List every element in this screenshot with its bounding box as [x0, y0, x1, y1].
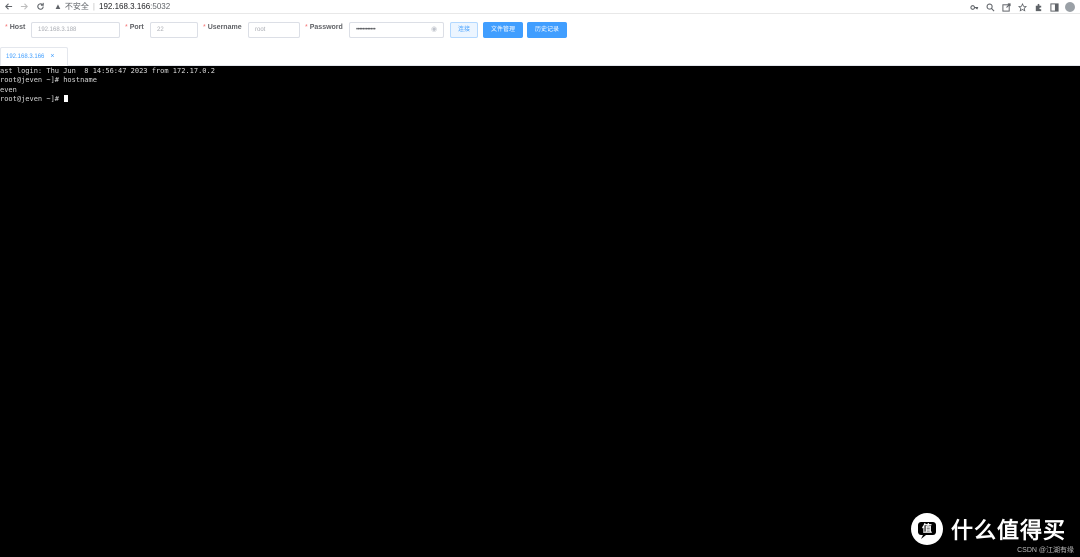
- url-port: :5032: [150, 2, 171, 11]
- port-label: * Port: [125, 24, 144, 31]
- svg-text:值: 值: [922, 522, 932, 535]
- required-mark: *: [5, 24, 8, 31]
- history-button[interactable]: 历史记录: [527, 22, 567, 38]
- username-input[interactable]: root: [248, 22, 300, 38]
- port-placeholder: 22: [157, 27, 164, 33]
- host-label-text: Host: [9, 24, 26, 31]
- terminal-line: root@jeven ~]# hostname: [0, 76, 97, 85]
- browser-toolbar: ▲ 不安全 | 192.168.3.166:5032: [0, 0, 1080, 14]
- terminal-prompt: root@jeven ~]#: [0, 94, 64, 103]
- watermark: 值 什么值得买: [910, 513, 1066, 545]
- sidepanel-icon[interactable]: [1048, 1, 1060, 13]
- required-mark: *: [305, 24, 308, 31]
- watermark-text: 什么值得买: [950, 518, 1066, 543]
- username-placeholder: root: [255, 27, 266, 33]
- tab-label: 192.168.3.166: [6, 53, 45, 60]
- address-divider: |: [92, 2, 95, 11]
- reload-icon[interactable]: [32, 0, 48, 14]
- password-label: * Password: [305, 24, 343, 31]
- profile-avatar[interactable]: [1064, 1, 1076, 13]
- address-bar[interactable]: ▲ 不安全 | 192.168.3.166:5032: [54, 1, 170, 13]
- required-mark: *: [203, 24, 206, 31]
- close-icon[interactable]: ×: [50, 53, 54, 60]
- bookmark-star-icon[interactable]: [1016, 1, 1028, 13]
- host-input[interactable]: 192.168.3.188: [31, 22, 120, 38]
- warning-icon: ▲: [54, 2, 62, 11]
- session-tabs: 192.168.3.166 ×: [0, 47, 1080, 66]
- toolbar-right: [968, 0, 1076, 14]
- required-mark: *: [125, 24, 128, 31]
- extensions-icon[interactable]: [1032, 1, 1044, 13]
- terminal-cursor: [64, 94, 69, 102]
- security-label: 不安全: [64, 2, 89, 11]
- terminal-line: ast login: Thu Jun 8 14:56:47 2023 from …: [0, 67, 215, 75]
- watermark-logo-icon: 值: [910, 513, 943, 545]
- username-label-text: Username: [207, 24, 242, 31]
- host-label: * Host: [5, 24, 25, 31]
- terminal-prompt-line: root@jeven ~]#: [0, 94, 1080, 104]
- connect-button[interactable]: 连接: [450, 22, 478, 38]
- port-label-text: Port: [129, 24, 144, 31]
- watermark-credit: CSDN @江湖有缘: [1017, 547, 1074, 554]
- port-input[interactable]: 22: [150, 22, 198, 38]
- share-icon[interactable]: [1000, 1, 1012, 13]
- connection-form: * Host 192.168.3.188 * Port 22 * Username r…: [0, 21, 1080, 39]
- forward-icon[interactable]: [16, 0, 32, 14]
- password-value: ••••••••••••: [356, 27, 376, 33]
- host-placeholder: 192.168.3.188: [38, 27, 77, 33]
- password-input[interactable]: •••••••••••• ◉: [349, 22, 444, 38]
- back-icon[interactable]: [0, 0, 16, 14]
- tab-session[interactable]: 192.168.3.166 ×: [0, 47, 68, 66]
- password-label-text: Password: [309, 24, 343, 31]
- connection-panel: * Host 192.168.3.188 * Port 22 * Username r…: [0, 14, 1080, 66]
- eye-icon[interactable]: ◉: [431, 26, 439, 34]
- terminal[interactable]: ast login: Thu Jun 8 14:56:47 2023 from …: [0, 66, 1080, 557]
- key-icon[interactable]: [968, 1, 980, 13]
- zoom-icon[interactable]: [984, 1, 996, 13]
- file-manager-button[interactable]: 文件管理: [483, 22, 523, 38]
- username-label: * Username: [203, 24, 242, 31]
- terminal-line: even: [0, 85, 17, 94]
- url-host: 192.168.3.166: [99, 2, 151, 11]
